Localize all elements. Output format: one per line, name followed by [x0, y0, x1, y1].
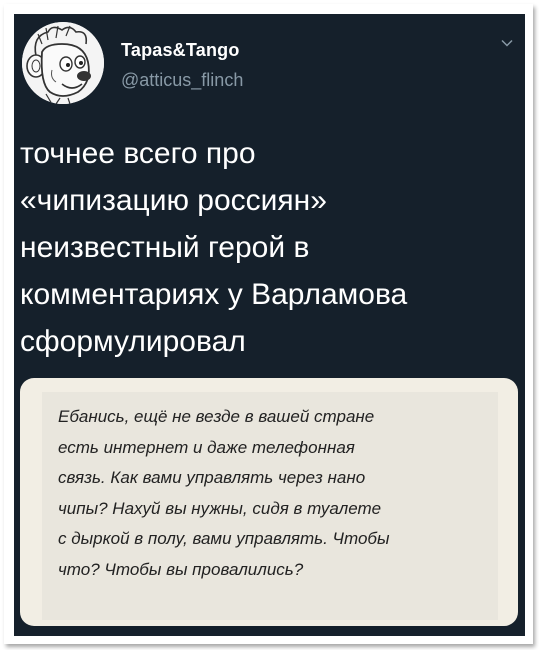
tweet-media-image[interactable]: Ебанись, ещё не везде в вашей стране ест… — [20, 378, 518, 626]
tweet-card: Tapas&Tango @atticus_flinch точнее всего… — [14, 14, 525, 636]
screenshot-frame: Tapas&Tango @atticus_flinch точнее всего… — [4, 4, 533, 644]
chevron-down-icon[interactable] — [500, 36, 514, 50]
tweet-text: точнее всего про «чипизацию россиян» неи… — [20, 137, 408, 358]
quoted-comment-text: Ебанись, ещё не везде в вашей стране ест… — [58, 407, 390, 579]
user-handle[interactable]: @atticus_flinch — [121, 70, 243, 91]
avatar[interactable] — [22, 22, 104, 104]
cartoon-bear-avatar-icon — [22, 22, 104, 104]
display-name[interactable]: Tapas&Tango — [121, 40, 240, 61]
quoted-comment-screenshot: Ебанись, ещё не везде в вашей стране ест… — [42, 392, 498, 620]
